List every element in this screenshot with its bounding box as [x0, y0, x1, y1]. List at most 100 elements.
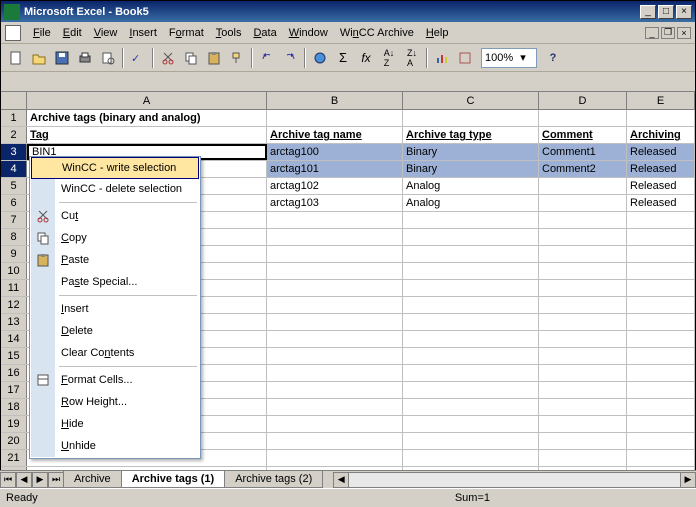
cell-D12[interactable] — [539, 297, 627, 313]
cell-C18[interactable] — [403, 399, 539, 415]
cell-E1[interactable] — [627, 110, 695, 126]
cell-E18[interactable] — [627, 399, 695, 415]
cell-D3[interactable]: Comment1 — [539, 144, 627, 160]
menu-file[interactable]: File — [27, 24, 57, 42]
row-header-17[interactable]: 17 — [1, 382, 27, 398]
row-header-21[interactable]: 21 — [1, 450, 27, 466]
cell-D14[interactable] — [539, 331, 627, 347]
cell-C19[interactable] — [403, 416, 539, 432]
ctx-clear-contents[interactable]: Clear Contents — [31, 342, 199, 364]
row-header-6[interactable]: 6 — [1, 195, 27, 211]
row-header-16[interactable]: 16 — [1, 365, 27, 381]
cell-E6[interactable]: Released — [627, 195, 695, 211]
row-header-3[interactable]: 3 — [1, 144, 27, 160]
tab-nav-first[interactable]: ⏮ — [0, 472, 16, 488]
sort-asc-icon[interactable]: A↓Z — [378, 47, 400, 69]
cell-D19[interactable] — [539, 416, 627, 432]
row-header-12[interactable]: 12 — [1, 297, 27, 313]
cell-C21[interactable] — [403, 450, 539, 466]
cell-D1[interactable] — [539, 110, 627, 126]
cell-C3[interactable]: Binary — [403, 144, 539, 160]
col-header-A[interactable]: A — [27, 92, 267, 109]
cell-E12[interactable] — [627, 297, 695, 313]
cell-D15[interactable] — [539, 348, 627, 364]
cell-E10[interactable] — [627, 263, 695, 279]
cell-D10[interactable] — [539, 263, 627, 279]
undo-icon[interactable] — [256, 47, 278, 69]
help-icon[interactable]: ? — [542, 47, 564, 69]
cell-C6[interactable]: Analog — [403, 195, 539, 211]
close-button[interactable]: × — [676, 5, 692, 19]
cut-icon[interactable] — [157, 47, 179, 69]
cell-D6[interactable] — [539, 195, 627, 211]
menu-window[interactable]: Window — [283, 24, 334, 42]
menu-format[interactable]: Format — [163, 24, 210, 42]
ctx-delete[interactable]: Delete — [31, 320, 199, 342]
mdi-restore-button[interactable]: ❐ — [661, 27, 675, 39]
cell-B8[interactable] — [267, 229, 403, 245]
row-header-4[interactable]: 4 — [1, 161, 27, 177]
cell-E13[interactable] — [627, 314, 695, 330]
cell-B4[interactable]: arctag101 — [267, 161, 403, 177]
cell-B6[interactable]: arctag103 — [267, 195, 403, 211]
cell-D20[interactable] — [539, 433, 627, 449]
ctx-hide[interactable]: Hide — [31, 413, 199, 435]
sheet-tab-archive-tags-1[interactable]: Archive tags (1) — [121, 471, 226, 488]
mdi-minimize-button[interactable]: _ — [645, 27, 659, 39]
cell-C4[interactable]: Binary — [403, 161, 539, 177]
tab-nav-last[interactable]: ⏭ — [48, 472, 64, 488]
ctx-unhide[interactable]: Unhide — [31, 435, 199, 457]
cell-B17[interactable] — [267, 382, 403, 398]
cell-C2[interactable]: Archive tag type — [403, 127, 539, 143]
cell-B9[interactable] — [267, 246, 403, 262]
cell-B13[interactable] — [267, 314, 403, 330]
row-header-18[interactable]: 18 — [1, 399, 27, 415]
cell-D21[interactable] — [539, 450, 627, 466]
row-header-1[interactable]: 1 — [1, 110, 27, 126]
ctx-format-cells[interactable]: Format Cells... — [31, 369, 199, 391]
row-header-11[interactable]: 11 — [1, 280, 27, 296]
sheet-tab-archive[interactable]: Archive — [63, 471, 122, 488]
sort-desc-icon[interactable]: Z↓A — [401, 47, 423, 69]
cell-D9[interactable] — [539, 246, 627, 262]
cell-D13[interactable] — [539, 314, 627, 330]
mdi-close-button[interactable]: × — [677, 27, 691, 39]
menu-edit[interactable]: Edit — [57, 24, 88, 42]
chart-icon[interactable] — [431, 47, 453, 69]
cell-C15[interactable] — [403, 348, 539, 364]
ctx-paste[interactable]: Paste — [31, 249, 199, 271]
cell-A1[interactable]: Archive tags (binary and analog) — [27, 110, 267, 126]
cell-B15[interactable] — [267, 348, 403, 364]
cell-D11[interactable] — [539, 280, 627, 296]
cell-D18[interactable] — [539, 399, 627, 415]
menu-help[interactable]: Help — [420, 24, 455, 42]
hscroll-right[interactable]: ▶ — [680, 472, 696, 488]
row-header-13[interactable]: 13 — [1, 314, 27, 330]
menu-wincc-archive[interactable]: WinCC Archive — [334, 24, 420, 42]
ctx-row-height[interactable]: Row Height... — [31, 391, 199, 413]
cell-D2[interactable]: Comment — [539, 127, 627, 143]
cell-E8[interactable] — [627, 229, 695, 245]
cell-B5[interactable]: arctag102 — [267, 178, 403, 194]
hscroll-left[interactable]: ◀ — [333, 472, 349, 488]
menu-tools[interactable]: Tools — [210, 24, 248, 42]
cell-C9[interactable] — [403, 246, 539, 262]
cell-E14[interactable] — [627, 331, 695, 347]
cell-E2[interactable]: Archiving — [627, 127, 695, 143]
ctx-paste-special[interactable]: Paste Special... — [31, 271, 199, 293]
open-icon[interactable] — [28, 47, 50, 69]
row-header-14[interactable]: 14 — [1, 331, 27, 347]
tab-nav-prev[interactable]: ◀ — [16, 472, 32, 488]
cell-E5[interactable]: Released — [627, 178, 695, 194]
row-header-10[interactable]: 10 — [1, 263, 27, 279]
copy-icon[interactable] — [180, 47, 202, 69]
print-preview-icon[interactable] — [97, 47, 119, 69]
function-icon[interactable]: fx — [355, 47, 377, 69]
cell-C10[interactable] — [403, 263, 539, 279]
cell-B18[interactable] — [267, 399, 403, 415]
sheet-tab-archive-tags-2[interactable]: Archive tags (2) — [224, 471, 323, 488]
cell-E7[interactable] — [627, 212, 695, 228]
cell-B10[interactable] — [267, 263, 403, 279]
cell-D17[interactable] — [539, 382, 627, 398]
zoom-dropdown-icon[interactable]: ▾ — [513, 51, 533, 64]
